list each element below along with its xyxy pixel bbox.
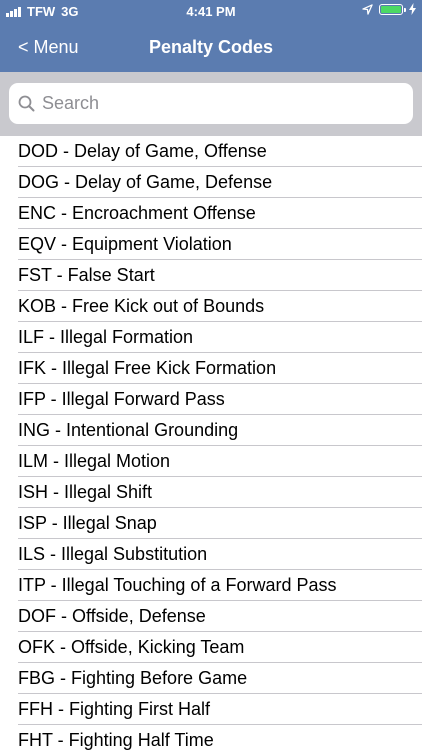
list-item[interactable]: FST - False Start: [0, 260, 422, 291]
list-item[interactable]: ILF - Illegal Formation: [0, 322, 422, 353]
search-icon: [18, 95, 35, 112]
list-item[interactable]: ILM - Illegal Motion: [0, 446, 422, 477]
search-area: Search: [0, 72, 422, 136]
status-time: 4:41 PM: [186, 4, 236, 19]
list-item[interactable]: ISH - Illegal Shift: [0, 477, 422, 508]
list-item[interactable]: ENC - Encroachment Offense: [0, 198, 422, 229]
list-item[interactable]: IFK - Illegal Free Kick Formation: [0, 353, 422, 384]
list-item[interactable]: FBG - Fighting Before Game: [0, 663, 422, 694]
list-item[interactable]: ILS - Illegal Substitution: [0, 539, 422, 570]
list-item[interactable]: ISP - Illegal Snap: [0, 508, 422, 539]
list-item[interactable]: FHT - Fighting Half Time: [0, 725, 422, 750]
status-bar: TFW 3G 4:41 PM: [0, 0, 422, 24]
nav-bar: < Menu Penalty Codes: [0, 24, 422, 72]
list-item[interactable]: DOG - Delay of Game, Defense: [0, 167, 422, 198]
page-title: Penalty Codes: [148, 37, 274, 57]
charging-bolt-icon: [409, 3, 416, 15]
battery-icon: [379, 3, 406, 15]
list-item[interactable]: IFP - Illegal Forward Pass: [0, 384, 422, 415]
top-bar: TFW 3G 4:41 PM < Menu Penalty Codes: [0, 0, 422, 72]
location-arrow-icon: [362, 3, 373, 15]
list-item[interactable]: ITP - Illegal Touching of a Forward Pass: [0, 570, 422, 601]
search-placeholder: Search: [42, 93, 100, 113]
status-right: [362, 3, 416, 15]
list-item[interactable]: DOF - Offside, Defense: [0, 601, 422, 632]
search-input[interactable]: Search: [9, 83, 413, 124]
list-item[interactable]: DOD - Delay of Game, Offense: [0, 136, 422, 167]
list-item[interactable]: OFK - Offside, Kicking Team: [0, 632, 422, 663]
list-item[interactable]: KOB - Free Kick out of Bounds: [0, 291, 422, 322]
list-item[interactable]: EQV - Equipment Violation: [0, 229, 422, 260]
screen: TFW 3G 4:41 PM < Menu Penalty Codes Sear…: [0, 0, 422, 750]
list-item[interactable]: ING - Intentional Grounding: [0, 415, 422, 446]
penalty-list: DOD - Delay of Game, Offense DOG - Delay …: [0, 136, 422, 750]
list-item[interactable]: FFH - Fighting First Half: [0, 694, 422, 725]
battery-level: [381, 5, 401, 13]
